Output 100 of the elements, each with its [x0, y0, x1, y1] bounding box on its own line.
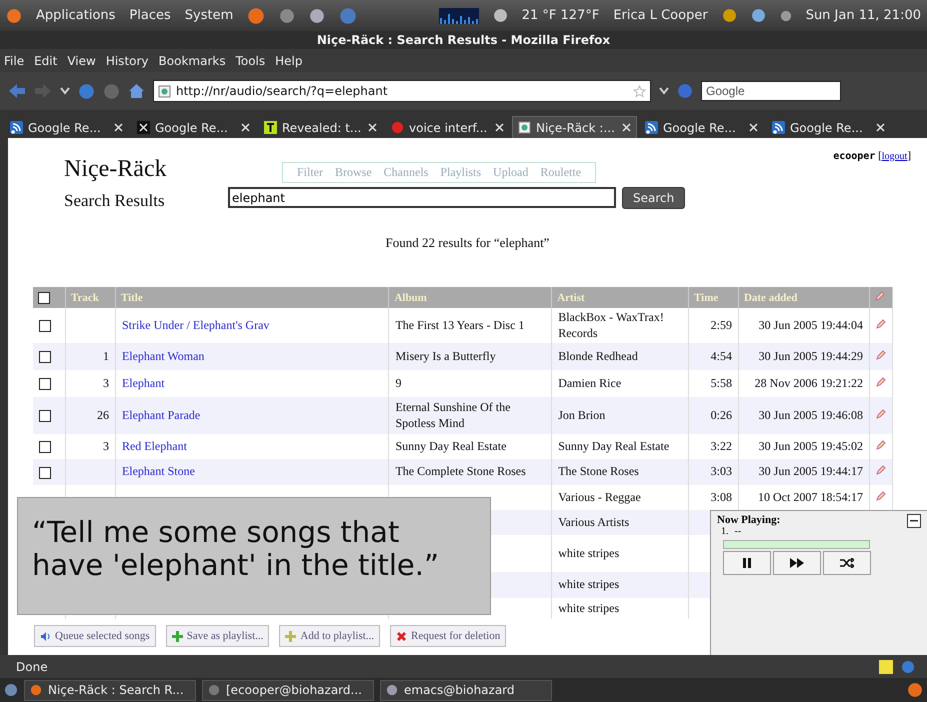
clock[interactable]: Sun Jan 11, 21:00: [806, 8, 921, 23]
taskbar-button[interactable]: Niçe-Räck : Search R...: [24, 680, 196, 700]
pencil-icon[interactable]: [876, 350, 886, 360]
search-field[interactable]: elephant: [228, 187, 616, 208]
menu-item[interactable]: File: [4, 54, 24, 68]
shuffle-button[interactable]: [823, 551, 871, 575]
row-checkbox[interactable]: [39, 410, 51, 422]
row-checkbox[interactable]: [39, 441, 51, 454]
date-added: 10 Oct 2007 18:54:17: [758, 490, 863, 504]
artist-name: Jon Brion: [558, 408, 606, 422]
letter-icon: [264, 121, 277, 134]
back-icon[interactable]: [8, 83, 26, 99]
taskbar-button[interactable]: emacs@biohazard: [380, 680, 552, 700]
date-added: 30 Jun 2005 19:46:08: [758, 408, 863, 422]
album-name: The First 13 Years - Disc 1: [395, 318, 524, 332]
menu-item[interactable]: Bookmarks: [158, 54, 226, 68]
bracket: [: [878, 150, 882, 162]
title-link[interactable]: Elephant Stone: [122, 464, 195, 478]
close-icon[interactable]: [495, 123, 504, 132]
logout-link[interactable]: logout: [882, 151, 908, 162]
track-time: 3:22: [710, 438, 732, 453]
queue-number: 1.: [721, 526, 728, 537]
action-button[interactable]: Save as playlist...: [166, 625, 270, 648]
close-icon[interactable]: [114, 123, 123, 132]
menu-item[interactable]: History: [106, 54, 149, 68]
browser-tab[interactable]: Niçe-Räck :...: [512, 116, 637, 138]
action-button[interactable]: Queue selected songs: [34, 625, 156, 648]
close-icon[interactable]: [241, 123, 250, 132]
row-checkbox[interactable]: [39, 466, 51, 479]
title-link[interactable]: Red Elephant: [122, 438, 187, 453]
tab-label: Google Re...: [790, 120, 864, 134]
panel-menu[interactable]: Places: [129, 8, 171, 23]
menu-item[interactable]: View: [67, 54, 96, 68]
weather-reading: 21 °F 127°F: [522, 8, 600, 23]
speaker-icon: [40, 630, 51, 642]
username: ecooper: [833, 151, 876, 162]
minimize-button[interactable]: [907, 514, 921, 528]
artist-name: Blonde Redhead: [558, 348, 638, 363]
tab-label: Niçe-Räck :...: [536, 120, 616, 134]
pencil-icon[interactable]: [876, 376, 886, 387]
menu-item[interactable]: Help: [275, 54, 302, 68]
pencil-icon[interactable]: [876, 318, 886, 329]
title-link[interactable]: Elephant Parade: [122, 408, 200, 422]
pencil-icon[interactable]: [876, 490, 886, 501]
title-link[interactable]: Strike Under / Elephant's Grav: [122, 318, 270, 332]
action-button[interactable]: Add to playlist...: [279, 625, 380, 648]
page-icon: [518, 121, 531, 134]
menu-item[interactable]: Tools: [236, 54, 266, 68]
select-all-checkbox[interactable]: [38, 292, 50, 304]
fast-forward-icon: [790, 558, 804, 568]
plus-icon: [285, 630, 296, 642]
artist-name: white stripes: [558, 577, 620, 592]
url-text: http://nr/audio/search/?q=elephant: [176, 84, 388, 98]
next-button[interactable]: [773, 551, 821, 575]
star-icon[interactable]: [633, 84, 646, 98]
pause-icon: [742, 558, 752, 568]
album-name: Misery Is a Butterfly: [395, 348, 496, 363]
feed-icon: [772, 121, 785, 134]
caption-overlay: “Tell me some songs that have 'elephant' in the title.”: [17, 497, 491, 615]
date-added: 28 Nov 2006 19:21:22: [754, 376, 863, 390]
date-added: 30 Jun 2005 19:45:02: [758, 438, 863, 453]
pause-button[interactable]: [723, 551, 771, 575]
pencil-icon[interactable]: [876, 408, 886, 419]
row-checkbox[interactable]: [39, 351, 51, 364]
close-icon[interactable]: [749, 123, 758, 132]
shuffle-icon: [840, 558, 854, 568]
user-name[interactable]: Erica L Cooper: [613, 8, 708, 23]
track-time: 4:54: [710, 348, 732, 363]
artist-name: The Stone Roses: [558, 464, 639, 478]
track-time: 3:08: [710, 490, 732, 504]
feed-icon: [645, 121, 658, 134]
site-logo[interactable]: Niçe-Räck: [64, 156, 224, 183]
panel-menu[interactable]: Applications: [36, 8, 116, 23]
window-title: Niçe-Räck : Search Results - Mozilla Firefox: [316, 33, 610, 47]
pencil-icon[interactable]: [876, 465, 886, 476]
caret-icon[interactable]: [659, 87, 669, 95]
row-checkbox[interactable]: [39, 320, 51, 332]
close-icon[interactable]: [876, 123, 885, 132]
address-field[interactable]: http://nr/audio/search/?q=elephant: [153, 80, 651, 102]
track-time: 3:03: [710, 464, 732, 478]
artist-name: Sunny Day Real Estate: [558, 438, 670, 453]
caret-icon[interactable]: [60, 87, 70, 95]
track-name: --: [734, 526, 742, 537]
pencil-icon[interactable]: [876, 440, 886, 450]
action-button[interactable]: Request for deletion: [390, 625, 506, 648]
search-field[interactable]: Google: [701, 81, 841, 101]
menu-item[interactable]: Edit: [34, 54, 58, 68]
close-icon[interactable]: [622, 123, 631, 132]
pencil-icon[interactable]: [875, 291, 885, 301]
now-playing-title: Now Playing:: [717, 514, 780, 526]
album-name: Eternal Sunshine Of the Spotless Mind: [395, 400, 510, 430]
search-button[interactable]: Search: [622, 187, 686, 209]
close-icon[interactable]: [368, 123, 377, 132]
title-link[interactable]: Elephant: [122, 376, 165, 390]
home-icon[interactable]: [128, 83, 145, 99]
taskbar-button[interactable]: [ecooper@biohazard...: [202, 680, 374, 700]
panel-menu[interactable]: System: [184, 8, 234, 23]
tab-label: voice interf...: [409, 120, 488, 134]
title-link[interactable]: Elephant Woman: [122, 348, 204, 363]
row-checkbox[interactable]: [39, 378, 51, 390]
